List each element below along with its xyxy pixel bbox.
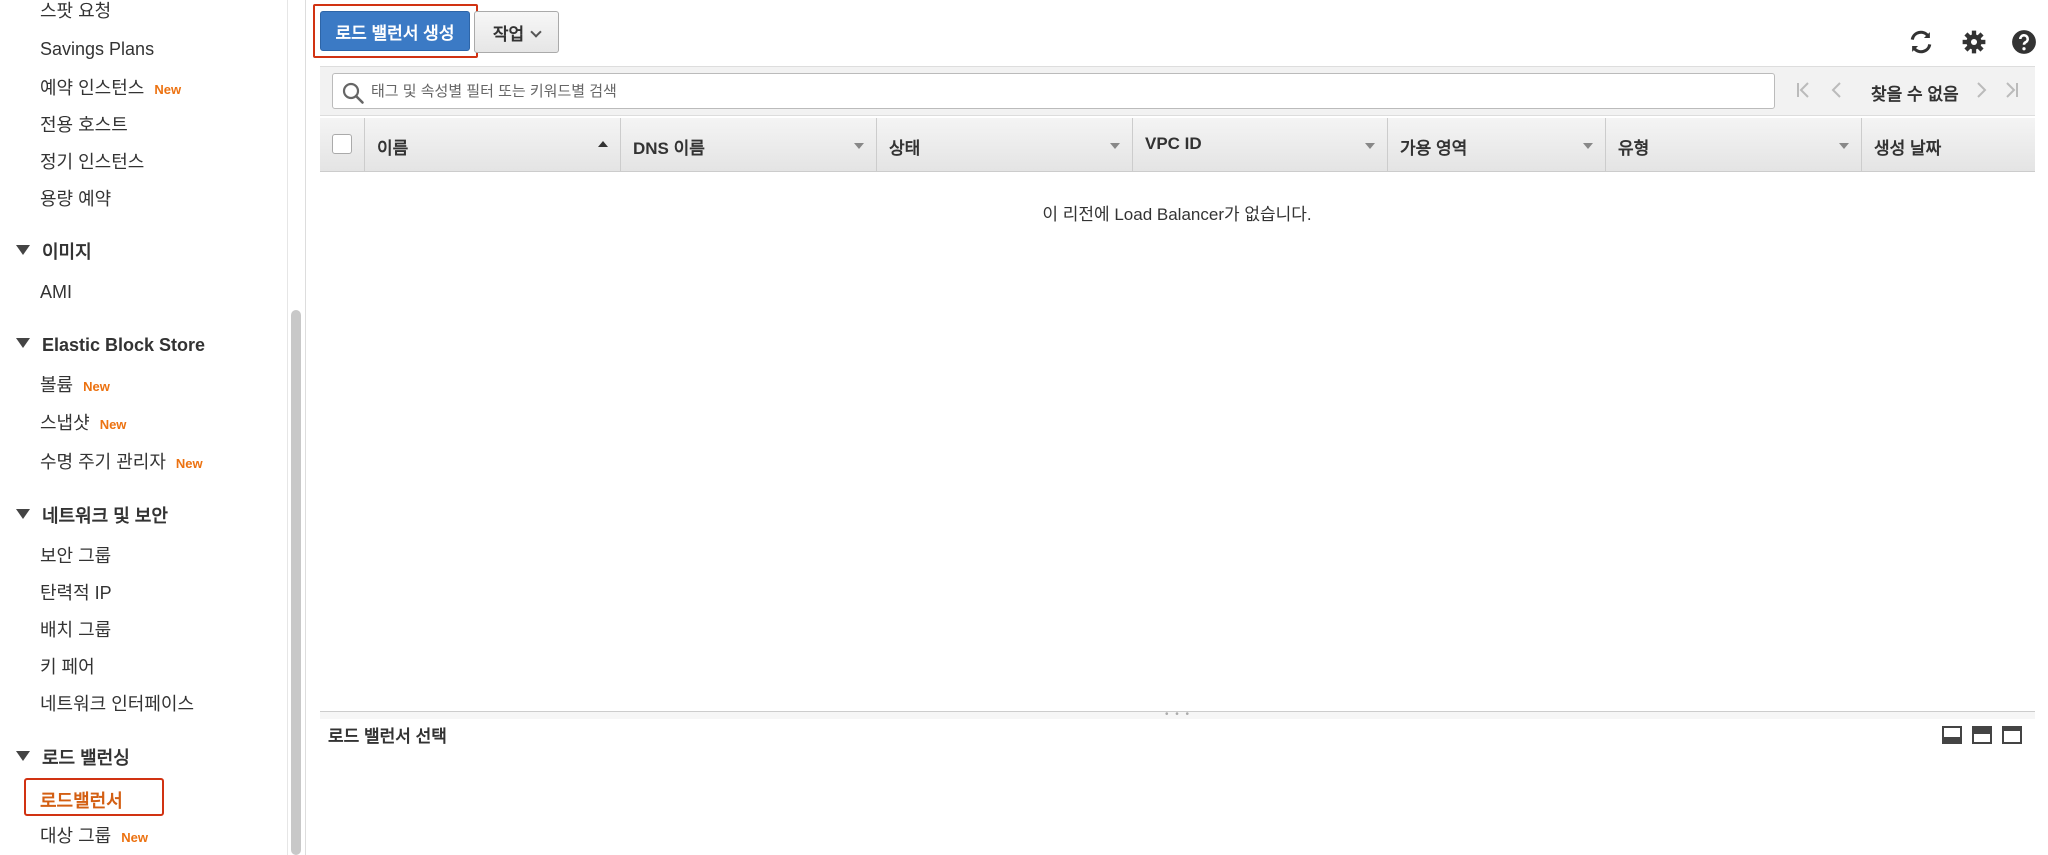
sidebar-item-ami[interactable]: AMI <box>40 281 72 303</box>
column-header-name[interactable]: 이름 <box>364 118 620 172</box>
sidebar-item-reserved-instances[interactable]: 예약 인스턴스 New <box>40 77 181 101</box>
sidebar-item-savings-plans[interactable]: Savings Plans <box>40 38 154 60</box>
filter-bar: 찾을 수 없음 <box>320 66 2035 116</box>
search-box[interactable] <box>332 73 1775 109</box>
search-input[interactable] <box>371 80 1751 102</box>
sort-ascending-icon <box>598 141 608 147</box>
column-header-created[interactable]: 생성 날짜 <box>1861 118 2035 172</box>
drag-handle-icon: • • • <box>1165 709 1192 720</box>
triangle-down-icon <box>16 338 30 348</box>
column-header-availability-zone[interactable]: 가용 영역 <box>1387 118 1605 172</box>
sidebar-scrollbar-thumb[interactable] <box>291 310 301 855</box>
sidebar-item-load-balancers[interactable]: 로드밸런서 <box>24 778 164 816</box>
layout-bottom-icon[interactable] <box>1942 726 1962 744</box>
chevron-down-icon <box>530 25 542 38</box>
sidebar-item-volumes[interactable]: 볼륨 New <box>40 374 110 398</box>
sidebar-item-capacity-reservations[interactable]: 용량 예약 <box>40 188 111 210</box>
sidebar-section-network-security[interactable]: 네트워크 및 보안 <box>16 505 168 527</box>
refresh-icon[interactable] <box>1907 28 1935 56</box>
new-badge: New <box>121 830 148 845</box>
column-header-vpc-id[interactable]: VPC ID <box>1132 118 1387 172</box>
create-load-balancer-button[interactable]: 로드 밸런서 생성 <box>320 11 470 51</box>
help-icon[interactable] <box>2010 28 2038 56</box>
empty-table-message: 이 리전에 Load Balancer가 없습니다. <box>1042 205 1312 224</box>
triangle-down-icon <box>16 751 30 761</box>
sidebar-item-snapshots[interactable]: 스냅샷 New <box>40 412 126 436</box>
sort-icon <box>1110 143 1120 149</box>
column-header-dns-name[interactable]: DNS 이름 <box>620 118 876 172</box>
sidebar-section-ebs[interactable]: Elastic Block Store <box>16 334 205 356</box>
sidebar-item-elastic-ips[interactable]: 탄력적 IP <box>40 582 112 604</box>
table-header: 이름 DNS 이름 상태 VPC ID 가용 영역 유형 생성 날짜 <box>320 118 2035 172</box>
new-badge: New <box>83 379 110 394</box>
sidebar-item-key-pairs[interactable]: 키 페어 <box>40 656 95 678</box>
sort-icon <box>1839 143 1849 149</box>
sidebar: 스팟 요청 Savings Plans 예약 인스턴스 New 전용 호스트 정기… <box>0 0 306 855</box>
sidebar-item-network-interfaces[interactable]: 네트워크 인터페이스 <box>40 693 194 715</box>
actions-dropdown-button[interactable]: 작업 <box>474 11 559 53</box>
sidebar-item-dedicated-hosts[interactable]: 전용 호스트 <box>40 114 128 136</box>
new-badge: New <box>154 82 182 97</box>
panel-resize-handle[interactable]: • • • <box>320 709 2035 720</box>
sort-icon <box>1583 143 1593 149</box>
sidebar-item-security-groups[interactable]: 보안 그룹 <box>40 545 111 567</box>
main-content: 로드 밸런서 생성 작업 찾을 수 없음 이름 <box>306 0 2048 855</box>
new-badge: New <box>99 417 127 432</box>
sort-icon <box>1365 143 1375 149</box>
sidebar-item-scheduled-instances[interactable]: 정기 인스턴스 <box>40 151 144 173</box>
select-all-checkbox[interactable] <box>332 134 352 154</box>
triangle-down-icon <box>16 509 30 519</box>
sidebar-item-target-groups[interactable]: 대상 그룹 New <box>40 825 148 849</box>
column-header-type[interactable]: 유형 <box>1605 118 1861 172</box>
layout-top-icon[interactable] <box>2002 726 2022 744</box>
new-badge: New <box>175 456 203 471</box>
prev-page-icon[interactable] <box>1828 81 1846 104</box>
column-header-state[interactable]: 상태 <box>876 118 1132 172</box>
last-page-icon[interactable] <box>2002 81 2020 104</box>
sidebar-item-placement-groups[interactable]: 배치 그룹 <box>40 619 111 641</box>
next-page-icon[interactable] <box>1972 81 1990 104</box>
first-page-icon[interactable] <box>1795 81 1813 104</box>
sidebar-item-lifecycle-manager[interactable]: 수명 주기 관리자 New <box>40 451 203 475</box>
sidebar-item-spot-requests[interactable]: 스팟 요청 <box>40 0 111 22</box>
detail-panel-title: 로드 밸런서 선택 <box>328 727 447 746</box>
triangle-down-icon <box>16 245 30 255</box>
sort-icon <box>854 143 864 149</box>
pagination-status: 찾을 수 없음 <box>1871 85 1959 104</box>
layout-split-icon[interactable] <box>1972 726 1992 744</box>
sidebar-section-images[interactable]: 이미지 <box>16 241 92 263</box>
search-icon <box>341 81 365 110</box>
gear-icon[interactable] <box>1960 28 1988 56</box>
sidebar-section-load-balancing[interactable]: 로드 밸런싱 <box>16 747 130 769</box>
